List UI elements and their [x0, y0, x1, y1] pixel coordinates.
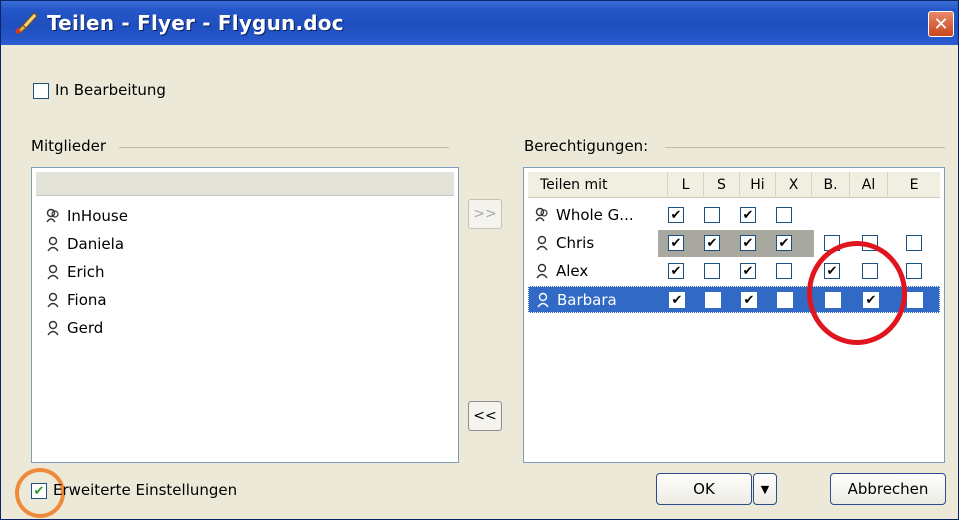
- brush-icon: [15, 12, 38, 35]
- member-name: InHouse: [67, 207, 128, 225]
- remove-arrow-label: <<: [473, 408, 497, 424]
- row-name: Chris: [534, 234, 594, 252]
- user-icon: [47, 264, 59, 280]
- user-icon: [537, 292, 549, 308]
- perm-checkbox-hi[interactable]: ✔: [741, 292, 757, 308]
- list-item[interactable]: Gerd: [45, 319, 103, 337]
- red-highlight-circle: [807, 241, 907, 345]
- perm-checkbox-l[interactable]: ✔: [669, 292, 685, 308]
- permissions-group-line: [665, 147, 945, 148]
- group-icon: [46, 208, 59, 223]
- perm-checkbox-s[interactable]: ✔: [704, 235, 720, 251]
- row-name-label: Whole G...: [556, 206, 634, 224]
- advanced-settings-label: Erweiterte Einstellungen: [53, 481, 238, 499]
- perm-checkbox-l[interactable]: ✔: [668, 263, 684, 279]
- perm-checkbox-x[interactable]: [776, 207, 792, 223]
- column-header-l[interactable]: L: [668, 172, 704, 198]
- perm-checkbox-s[interactable]: [704, 207, 720, 223]
- member-name: Gerd: [67, 319, 104, 337]
- user-icon: [47, 292, 59, 308]
- user-icon: [536, 235, 548, 251]
- window-title: Teilen - Flyer - Flygun.doc: [47, 11, 344, 35]
- row-name: Alex: [534, 262, 588, 280]
- row-name: Whole G...: [534, 206, 634, 224]
- group-icon: [535, 207, 548, 222]
- member-name: Erich: [67, 263, 105, 281]
- list-item[interactable]: Erich: [45, 263, 105, 281]
- perm-checkbox-hi[interactable]: ✔: [740, 207, 756, 223]
- user-icon: [47, 320, 59, 336]
- row-name-label: Barbara: [557, 291, 617, 309]
- add-arrow-label: >>: [473, 206, 497, 222]
- chevron-down-icon: ▼: [760, 482, 770, 496]
- close-icon: ✕: [933, 13, 949, 35]
- column-header-teilen-mit[interactable]: Teilen mit: [528, 172, 668, 198]
- perm-checkbox-s[interactable]: [704, 263, 720, 279]
- member-name: Daniela: [67, 235, 125, 253]
- table-row[interactable]: Whole G... ✔ ✔: [528, 202, 940, 229]
- perm-checkbox-l[interactable]: ✔: [668, 235, 684, 251]
- permissions-table-header: Teilen mit L S Hi X B. Al E: [528, 172, 940, 198]
- row-name-label: Chris: [556, 234, 595, 252]
- column-header-b[interactable]: B.: [812, 172, 850, 198]
- user-icon: [47, 236, 59, 252]
- row-name: Barbara: [535, 291, 617, 309]
- permissions-group-label: Berechtigungen:: [524, 137, 649, 155]
- list-item[interactable]: Daniela: [45, 235, 124, 253]
- perm-checkbox-e[interactable]: [907, 292, 923, 308]
- member-name: Fiona: [67, 291, 107, 309]
- close-button[interactable]: ✕: [928, 11, 954, 37]
- user-icon: [536, 263, 548, 279]
- column-header-hi[interactable]: Hi: [740, 172, 776, 198]
- perm-checkbox-hi[interactable]: ✔: [740, 263, 756, 279]
- in-bearbeitung-label: In Bearbeitung: [55, 81, 166, 99]
- advanced-settings-checkbox[interactable]: ✔: [31, 483, 47, 499]
- in-bearbeitung-checkbox[interactable]: [33, 83, 49, 99]
- perm-checkbox-x[interactable]: ✔: [776, 235, 792, 251]
- perm-checkbox-s[interactable]: [705, 292, 721, 308]
- cancel-label: Abbrechen: [847, 480, 929, 498]
- ok-dropdown-button[interactable]: ▼: [753, 473, 777, 505]
- list-item[interactable]: InHouse: [45, 207, 128, 225]
- column-header-e[interactable]: E: [888, 172, 940, 198]
- perm-checkbox-e[interactable]: [906, 263, 922, 279]
- perm-checkbox-x[interactable]: [777, 292, 793, 308]
- cancel-button[interactable]: Abbrechen: [830, 473, 946, 505]
- column-header-s[interactable]: S: [704, 172, 740, 198]
- perm-checkbox-l[interactable]: ✔: [668, 207, 684, 223]
- members-group-label: Mitglieder: [31, 137, 106, 155]
- share-dialog: Teilen - Flyer - Flygun.doc ✕ In Bearbei…: [0, 0, 959, 520]
- perm-checkbox-hi[interactable]: ✔: [740, 235, 756, 251]
- perm-checkbox-x[interactable]: [776, 263, 792, 279]
- remove-member-button[interactable]: <<: [468, 401, 502, 431]
- list-item[interactable]: Fiona: [45, 291, 107, 309]
- add-member-button[interactable]: >>: [468, 199, 502, 229]
- row-name-label: Alex: [556, 262, 589, 280]
- members-group-line: [119, 147, 449, 148]
- column-header-al[interactable]: Al: [850, 172, 888, 198]
- column-header-x[interactable]: X: [776, 172, 812, 198]
- ok-button[interactable]: OK: [656, 473, 752, 505]
- members-list-header: [36, 172, 454, 196]
- title-bar[interactable]: Teilen - Flyer - Flygun.doc ✕: [1, 1, 958, 45]
- perm-checkbox-e[interactable]: [906, 235, 922, 251]
- ok-label: OK: [693, 480, 715, 498]
